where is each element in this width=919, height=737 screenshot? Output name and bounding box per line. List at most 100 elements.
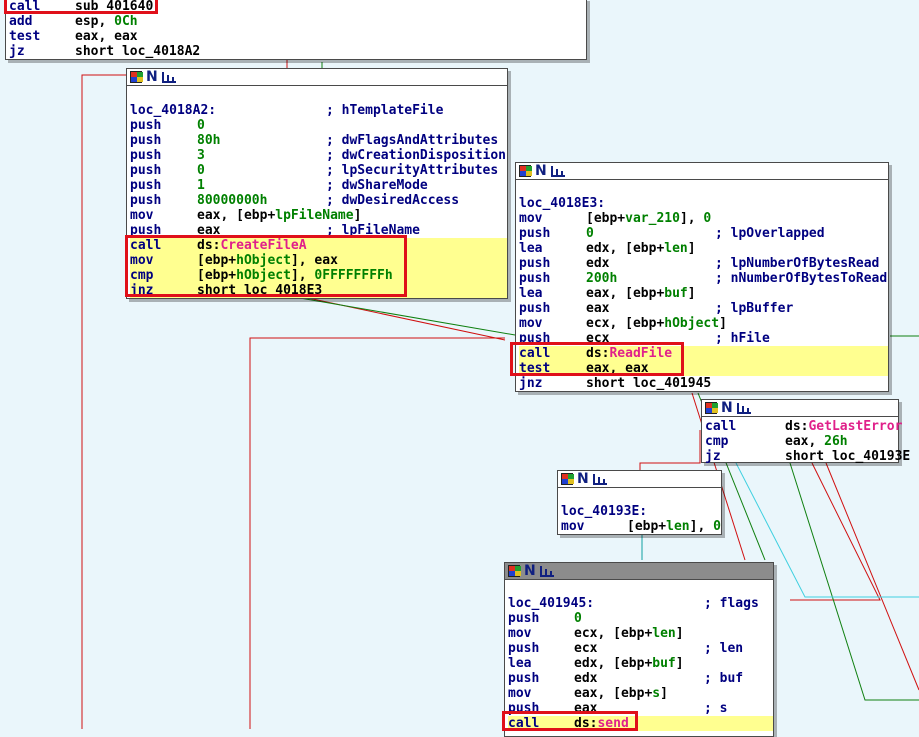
operand-part: esp, — [75, 14, 115, 29]
instruction-line[interactable]: jz short loc_40193E — [705, 449, 910, 464]
instruction-line[interactable]: push 200h ; nNumberOfBytesToRead — [519, 271, 888, 286]
n-letter-icon[interactable]: N — [577, 472, 589, 486]
instruction-line[interactable]: push ecx ; len — [508, 641, 773, 656]
instruction-line[interactable]: call ds:ReadFile — [519, 346, 888, 361]
operand-part: len — [652, 626, 676, 641]
instruction-line[interactable]: push 80h ; dwFlagsAndAttributes — [130, 133, 507, 148]
operand-part: ] — [719, 316, 727, 331]
block-color-grid-icon[interactable] — [705, 402, 718, 414]
graph-chart-icon[interactable] — [551, 165, 565, 177]
instruction-line[interactable]: lea eax, [ebp+buf] — [519, 286, 888, 301]
mnemonic: push — [508, 701, 540, 716]
instruction-line[interactable]: lea edx, [ebp+len] — [519, 241, 888, 256]
instruction-line[interactable]: push 0 — [508, 611, 773, 626]
instruction-line[interactable]: call sub_401640 — [9, 0, 586, 14]
api-name[interactable]: GetLastError — [808, 419, 902, 434]
operands: eax, eax — [586, 361, 649, 376]
n-letter-icon[interactable]: N — [721, 401, 733, 415]
mnemonic: test — [9, 29, 41, 44]
instruction-line[interactable]: push eax ; s — [508, 701, 773, 716]
code-block-loc-401945[interactable]: N loc_401945:; flags push 0 mov ecx, [ebp+le… — [504, 562, 774, 737]
block-color-grid-icon[interactable] — [130, 71, 143, 83]
instruction-line[interactable]: push 3 ; dwCreationDisposition — [130, 148, 507, 163]
instruction-line[interactable]: push 0 ; lpSecurityAttributes — [130, 163, 507, 178]
instruction-line[interactable]: mov ecx, [ebp+hObject] — [519, 316, 888, 331]
instruction-line[interactable]: jz short loc_4018A2 — [9, 44, 586, 59]
instruction-line[interactable]: test eax, eax — [9, 29, 586, 44]
n-letter-icon[interactable]: N — [524, 564, 536, 578]
instruction-line[interactable]: jnz short loc_4018E3 — [130, 283, 507, 298]
instruction-line[interactable]: jnz short loc_401945 — [519, 376, 888, 391]
instruction-line[interactable]: push 1 ; dwShareMode — [130, 178, 507, 193]
operand-part: ] — [687, 286, 696, 301]
instruction-line[interactable]: mov [ebp+len], 0 — [561, 519, 721, 534]
operand-part: lpFileName — [275, 208, 354, 223]
operands: ecx — [586, 331, 609, 346]
operand-part: edx, [ebp+ — [586, 241, 665, 256]
code-label[interactable]: loc_4018A2: — [130, 103, 216, 118]
mnemonic: jz — [705, 449, 721, 464]
operand-part: ds: — [586, 346, 610, 361]
code-comment: ; lpOverlapped — [715, 226, 825, 241]
instruction-line[interactable]: mov [ebp+hObject], eax — [130, 253, 507, 268]
operand-part: 1 — [197, 178, 205, 193]
operands: edx, [ebp+len] — [586, 241, 696, 256]
code-block-loc-4018e3[interactable]: N loc_4018E3: mov [ebp+var_210], 0 push 0; l… — [515, 162, 889, 392]
instruction-line[interactable]: mov eax, [ebp+s] — [508, 686, 773, 701]
instruction-line[interactable]: push eax ; lpFileName — [130, 223, 507, 238]
code-block-body: loc_401945: ; flags push 0 mov ecx, [ebp+len]… — [505, 580, 773, 731]
instruction-line[interactable]: lea edx, [ebp+buf] — [508, 656, 773, 671]
instruction-line[interactable]: push edx ; lpNumberOfBytesRead — [519, 256, 888, 271]
operand-part: len — [666, 519, 690, 534]
n-letter-icon[interactable]: N — [535, 164, 547, 178]
n-letter-icon[interactable]: N — [146, 70, 158, 84]
instruction-line[interactable]: call ds:CreateFileA — [130, 238, 507, 253]
code-label[interactable]: loc_4018E3: — [519, 196, 605, 211]
api-name[interactable]: ReadFile — [609, 346, 672, 361]
operands: 0 — [197, 163, 205, 178]
instruction-line[interactable]: push edx ; buf — [508, 671, 773, 686]
operands: ecx — [574, 641, 597, 656]
graph-chart-icon[interactable] — [162, 71, 176, 83]
code-block-getlasterror[interactable]: N call ds:GetLastError cmp eax, 26h jz short … — [701, 399, 910, 464]
operands: [ebp+hObject], 0FFFFFFFFh — [197, 268, 393, 283]
operands: eax — [197, 223, 220, 238]
instruction-line[interactable]: push 0 — [130, 118, 507, 133]
operands: ds:ReadFile — [586, 346, 672, 361]
graph-chart-icon[interactable] — [540, 565, 554, 577]
code-label[interactable]: loc_40193E: — [561, 504, 647, 519]
code-block-sub-401640-call[interactable]: call sub_401640 add esp, 0Ch test eax, eax jz s… — [5, 0, 587, 60]
graph-chart-icon[interactable] — [593, 473, 607, 485]
block-header: N — [558, 471, 721, 488]
instruction-line[interactable]: push eax ; lpBuffer — [519, 301, 888, 316]
operand-part: edx — [586, 256, 610, 271]
code-comment: ; lpNumberOfBytesRead — [715, 256, 880, 271]
instruction-line[interactable]: push 80000000h ; dwDesiredAccess — [130, 193, 507, 208]
operand-part: 0FFFFFFFFh — [314, 268, 393, 283]
instruction-line[interactable]: add esp, 0Ch — [9, 14, 586, 29]
operands: sub_401640 — [75, 0, 153, 14]
code-block-loc-40193e[interactable]: N loc_40193E: mov [ebp+len], 0 — [557, 470, 722, 535]
operands: short loc_40193E — [785, 449, 910, 464]
instruction-line[interactable]: push 0 ; lpOverlapped — [519, 226, 888, 241]
instruction-line[interactable]: push ecx ; hFile — [519, 331, 888, 346]
instruction-line[interactable]: cmp [ebp+hObject], 0FFFFFFFFh — [130, 268, 507, 283]
mnemonic: push — [130, 178, 162, 193]
block-color-grid-icon[interactable] — [561, 473, 574, 485]
code-block-loc-4018a2[interactable]: N loc_4018A2: ; hTemplateFile push 0 push 80h… — [126, 68, 508, 299]
operand-part: eax — [586, 301, 610, 316]
instruction-line[interactable]: mov [ebp+var_210], 0 — [519, 211, 888, 226]
instruction-line[interactable]: cmp eax, 26h — [705, 434, 898, 449]
instruction-line[interactable]: call ds:GetLastError — [705, 419, 902, 434]
block-color-grid-icon[interactable] — [519, 165, 532, 177]
operands: eax — [586, 301, 609, 316]
api-name[interactable]: CreateFileA — [220, 238, 306, 253]
operand-part: eax, [ebp+ — [574, 686, 653, 701]
code-label[interactable]: loc_401945: — [508, 596, 594, 611]
instruction-line[interactable]: mov eax, [ebp+lpFileName] — [130, 208, 507, 223]
instruction-line[interactable]: test eax, eax — [519, 361, 888, 376]
mnemonic: push — [130, 163, 162, 178]
instruction-line[interactable]: mov ecx, [ebp+len] — [508, 626, 773, 641]
block-color-grid-icon[interactable] — [508, 565, 521, 577]
graph-chart-icon[interactable] — [737, 402, 751, 414]
